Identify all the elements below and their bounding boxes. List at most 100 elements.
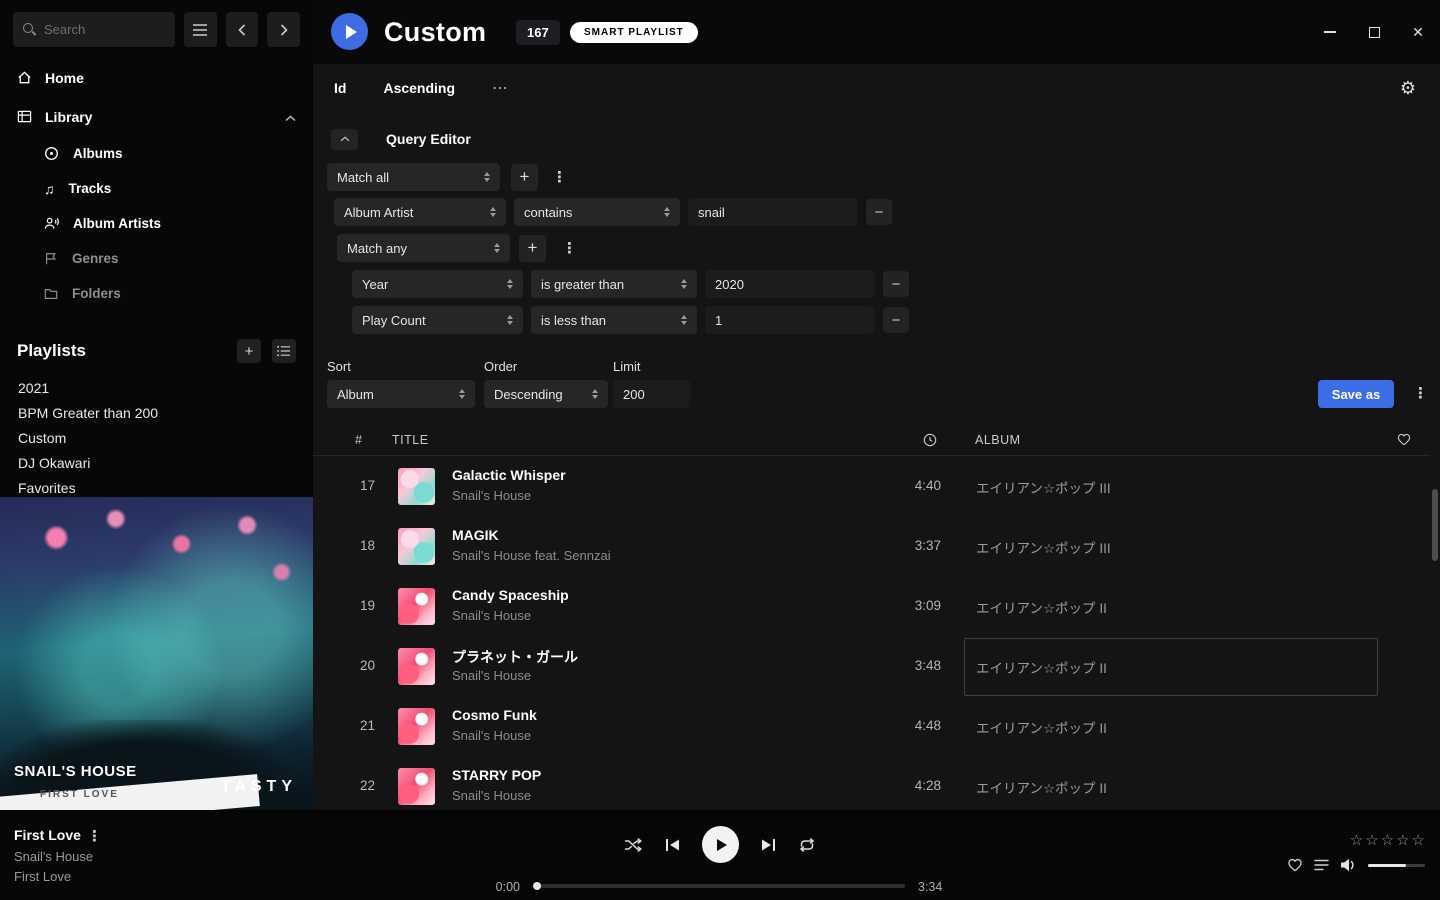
sidebar-item-genres[interactable]: Genres: [0, 241, 313, 276]
repeat-button[interactable]: [798, 838, 816, 852]
settings-gear-icon[interactable]: ⚙: [1400, 78, 1416, 99]
column-index[interactable]: #: [355, 433, 362, 447]
star-icon[interactable]: ☆: [1365, 831, 1378, 849]
order-value: Descending: [494, 387, 563, 402]
volume-button[interactable]: [1340, 858, 1357, 872]
album-cell-focused[interactable]: エイリアン☆ポップ II: [964, 638, 1378, 696]
rule-operator-select[interactable]: is less than: [531, 306, 697, 334]
match-mode-select[interactable]: Match all: [327, 163, 500, 191]
table-row[interactable]: 22 STARRY POP Snail's House 4:28 エイリアン☆ポ…: [313, 757, 1430, 810]
seek-bar[interactable]: [535, 884, 905, 888]
star-icon[interactable]: ☆: [1396, 831, 1409, 849]
nested-match-mode-select[interactable]: Match any: [337, 234, 510, 262]
table-row[interactable]: 20 プラネット・ガール Snail's House 3:48 エイリアン☆ポッ…: [313, 637, 1430, 697]
play-pause-button[interactable]: [702, 826, 739, 863]
collapse-query-editor-button[interactable]: [331, 129, 358, 150]
now-playing-title: First Love: [14, 827, 81, 843]
shuffle-button[interactable]: [624, 838, 643, 852]
add-rule-button[interactable]: +: [511, 164, 538, 191]
favorite-button[interactable]: [1287, 858, 1303, 872]
track-album: エイリアン☆ポップ II: [976, 597, 1107, 617]
sidebar-item-home[interactable]: Home: [0, 58, 313, 97]
query-editor-title: Query Editor: [386, 131, 471, 147]
now-playing-menu-icon[interactable]: ⋮: [84, 827, 105, 845]
play-playlist-button[interactable]: [331, 13, 368, 50]
seek-knob[interactable]: [533, 882, 541, 890]
back-button[interactable]: [226, 12, 259, 47]
column-duration[interactable]: [923, 433, 937, 450]
sidebar-item-album-artists[interactable]: Album Artists: [0, 206, 313, 241]
sort-direction-button[interactable]: Ascending: [383, 80, 455, 96]
sidebar-item-folders[interactable]: Folders: [0, 276, 313, 311]
add-playlist-button[interactable]: +: [237, 339, 261, 363]
table-row[interactable]: 17 Galactic Whisper Snail's House 4:40 エ…: [313, 457, 1430, 517]
album-cell[interactable]: エイリアン☆ポップ II: [964, 758, 1378, 810]
save-as-button[interactable]: Save as: [1318, 380, 1394, 408]
remove-rule-button[interactable]: −: [866, 199, 892, 225]
column-album[interactable]: ALBUM: [975, 433, 1021, 447]
remove-rule-button[interactable]: −: [883, 307, 909, 333]
group-menu-icon[interactable]: ⋮: [549, 168, 570, 186]
order-select[interactable]: Descending: [484, 380, 608, 408]
track-duration: 3:37: [873, 538, 941, 553]
table-row[interactable]: 19 Candy Spaceship Snail's House 3:09 エイ…: [313, 577, 1430, 637]
rule-value-input[interactable]: [705, 270, 874, 298]
collapse-library-button[interactable]: [285, 109, 296, 125]
album-cell[interactable]: エイリアン☆ポップ III: [964, 458, 1378, 516]
scrollbar-thumb[interactable]: [1432, 489, 1438, 561]
volume-slider[interactable]: [1368, 864, 1425, 867]
track-duration: 4:28: [873, 778, 941, 793]
search-input[interactable]: [44, 22, 154, 37]
album-cell[interactable]: エイリアン☆ポップ II: [964, 698, 1378, 756]
add-nested-rule-button[interactable]: +: [519, 235, 546, 262]
album-cell[interactable]: エイリアン☆ポップ II: [964, 578, 1378, 636]
limit-input[interactable]: [613, 380, 690, 408]
sort-field-button[interactable]: Id: [334, 80, 346, 96]
more-options-icon[interactable]: ⋯: [492, 78, 509, 98]
chevron-up-icon: [340, 136, 350, 142]
queue-button[interactable]: [1314, 859, 1329, 871]
sidebar-item-tracks[interactable]: ♫ Tracks: [0, 171, 313, 206]
search-box[interactable]: [13, 12, 175, 47]
menu-button[interactable]: [184, 12, 217, 47]
column-title[interactable]: TITLE: [392, 433, 429, 447]
remove-rule-button[interactable]: −: [883, 271, 909, 297]
album-artists-label: Album Artists: [73, 216, 161, 231]
rule-field-select[interactable]: Year: [352, 270, 523, 298]
playlist-item[interactable]: 2021: [0, 375, 313, 400]
track-number: 18: [351, 538, 375, 553]
rule-operator-select[interactable]: contains: [514, 198, 680, 226]
rule-field-select[interactable]: Play Count: [352, 306, 523, 334]
playlist-item[interactable]: Custom: [0, 425, 313, 450]
nested-group-menu-icon[interactable]: ⋮: [559, 239, 580, 257]
previous-button[interactable]: [665, 838, 680, 852]
sidebar-item-library[interactable]: Library: [0, 97, 313, 136]
sidebar-item-albums[interactable]: Albums: [0, 136, 313, 171]
minimize-button[interactable]: [1308, 0, 1352, 64]
save-menu-icon[interactable]: ⋮: [1410, 384, 1431, 402]
star-icon[interactable]: ☆: [1381, 831, 1394, 849]
next-button[interactable]: [761, 838, 776, 852]
playlist-list-button[interactable]: [272, 339, 296, 363]
rule-value-input[interactable]: [705, 306, 874, 334]
table-row[interactable]: 18 MAGIK Snail's House feat. Sennzai 3:3…: [313, 517, 1430, 577]
rule-value-input[interactable]: [688, 198, 857, 226]
chevron-right-icon: [280, 24, 288, 36]
rule-field-select[interactable]: Album Artist: [334, 198, 506, 226]
star-icon[interactable]: ☆: [1350, 831, 1363, 849]
track-title: プラネット・ガール: [452, 647, 578, 667]
maximize-button[interactable]: [1352, 0, 1396, 64]
track-artist: Snail's House feat. Sennzai: [452, 548, 611, 563]
star-icon[interactable]: ☆: [1412, 831, 1425, 849]
playlist-item[interactable]: DJ Okawari: [0, 450, 313, 475]
close-button[interactable]: ✕: [1396, 0, 1440, 64]
maximize-icon: [1369, 27, 1380, 38]
column-favorite[interactable]: [1397, 433, 1411, 449]
nested-match-mode-value: Match any: [347, 241, 407, 256]
forward-button[interactable]: [267, 12, 300, 47]
album-cell[interactable]: エイリアン☆ポップ III: [964, 518, 1378, 576]
playlist-item[interactable]: BPM Greater than 200: [0, 400, 313, 425]
table-row[interactable]: 21 Cosmo Funk Snail's House 4:48 エイリアン☆ポ…: [313, 697, 1430, 757]
rule-operator-select[interactable]: is greater than: [531, 270, 697, 298]
sort-select[interactable]: Album: [327, 380, 475, 408]
